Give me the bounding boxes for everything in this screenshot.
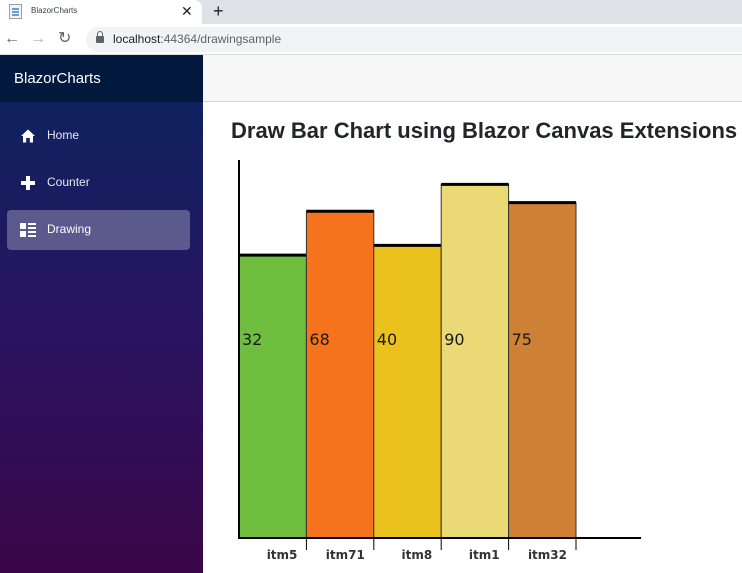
- data-label: 75: [512, 330, 532, 349]
- sidebar-item-drawing[interactable]: Drawing: [7, 210, 190, 250]
- lock-icon[interactable]: [96, 31, 104, 43]
- browser-tab[interactable]: BlazorCharts ✕: [0, 0, 202, 24]
- data-label: 40: [377, 330, 397, 349]
- page-icon: [9, 4, 22, 19]
- data-label: 90: [444, 330, 464, 349]
- sidebar-item-counter[interactable]: Counter: [7, 163, 190, 203]
- browser-toolbar: ← → ↻ localhost:44364/drawingsample: [0, 24, 742, 55]
- bar-itm8: [373, 244, 442, 539]
- x-tick-label: itm32: [528, 548, 567, 562]
- new-tab-icon[interactable]: +: [213, 0, 224, 22]
- url-text[interactable]: localhost:44364/drawingsample: [113, 32, 281, 46]
- brand-bar: BlazorCharts: [0, 55, 203, 102]
- close-icon[interactable]: ✕: [181, 2, 193, 20]
- browser-tab-strip: BlazorCharts ✕ +: [0, 0, 742, 24]
- back-icon[interactable]: ←: [4, 29, 20, 49]
- list-icon: [20, 223, 36, 237]
- sidebar-item-label: Counter: [47, 175, 90, 189]
- sidebar: BlazorCharts Home Counter Drawing: [0, 55, 203, 573]
- x-tick-label: itm1: [469, 548, 500, 562]
- sidebar-item-home[interactable]: Home: [7, 116, 190, 156]
- forward-icon[interactable]: →: [30, 29, 46, 49]
- bar-itm71: [305, 210, 375, 539]
- x-tick-label: itm8: [401, 548, 432, 562]
- brand-link[interactable]: BlazorCharts: [14, 70, 101, 87]
- url-path: :44364/drawingsample: [160, 32, 282, 46]
- home-icon: [21, 129, 35, 143]
- data-label: 68: [309, 330, 329, 349]
- sidebar-item-label: Drawing: [47, 222, 92, 236]
- bar-chart: 32 itm5 68 itm71 40 itm8 90 itm1 75 itm32: [238, 160, 641, 562]
- url-host: localhost: [113, 32, 161, 46]
- address-bar[interactable]: localhost:44364/drawingsample: [86, 27, 742, 52]
- data-label: 32: [242, 330, 262, 349]
- sidebar-item-label: Home: [47, 128, 80, 142]
- page-title: Draw Bar Chart using Blazor Canvas Exten…: [231, 118, 738, 143]
- x-tick-label: itm5: [267, 548, 298, 562]
- reload-icon[interactable]: ↻: [58, 29, 71, 49]
- x-tick-label: itm71: [326, 548, 365, 562]
- bar-itm32: [508, 202, 577, 539]
- top-row: [203, 55, 742, 102]
- plus-icon: [21, 176, 35, 190]
- bar-itm1: [440, 183, 510, 539]
- tab-title: BlazorCharts: [31, 6, 78, 15]
- bar-itm5: [238, 254, 307, 539]
